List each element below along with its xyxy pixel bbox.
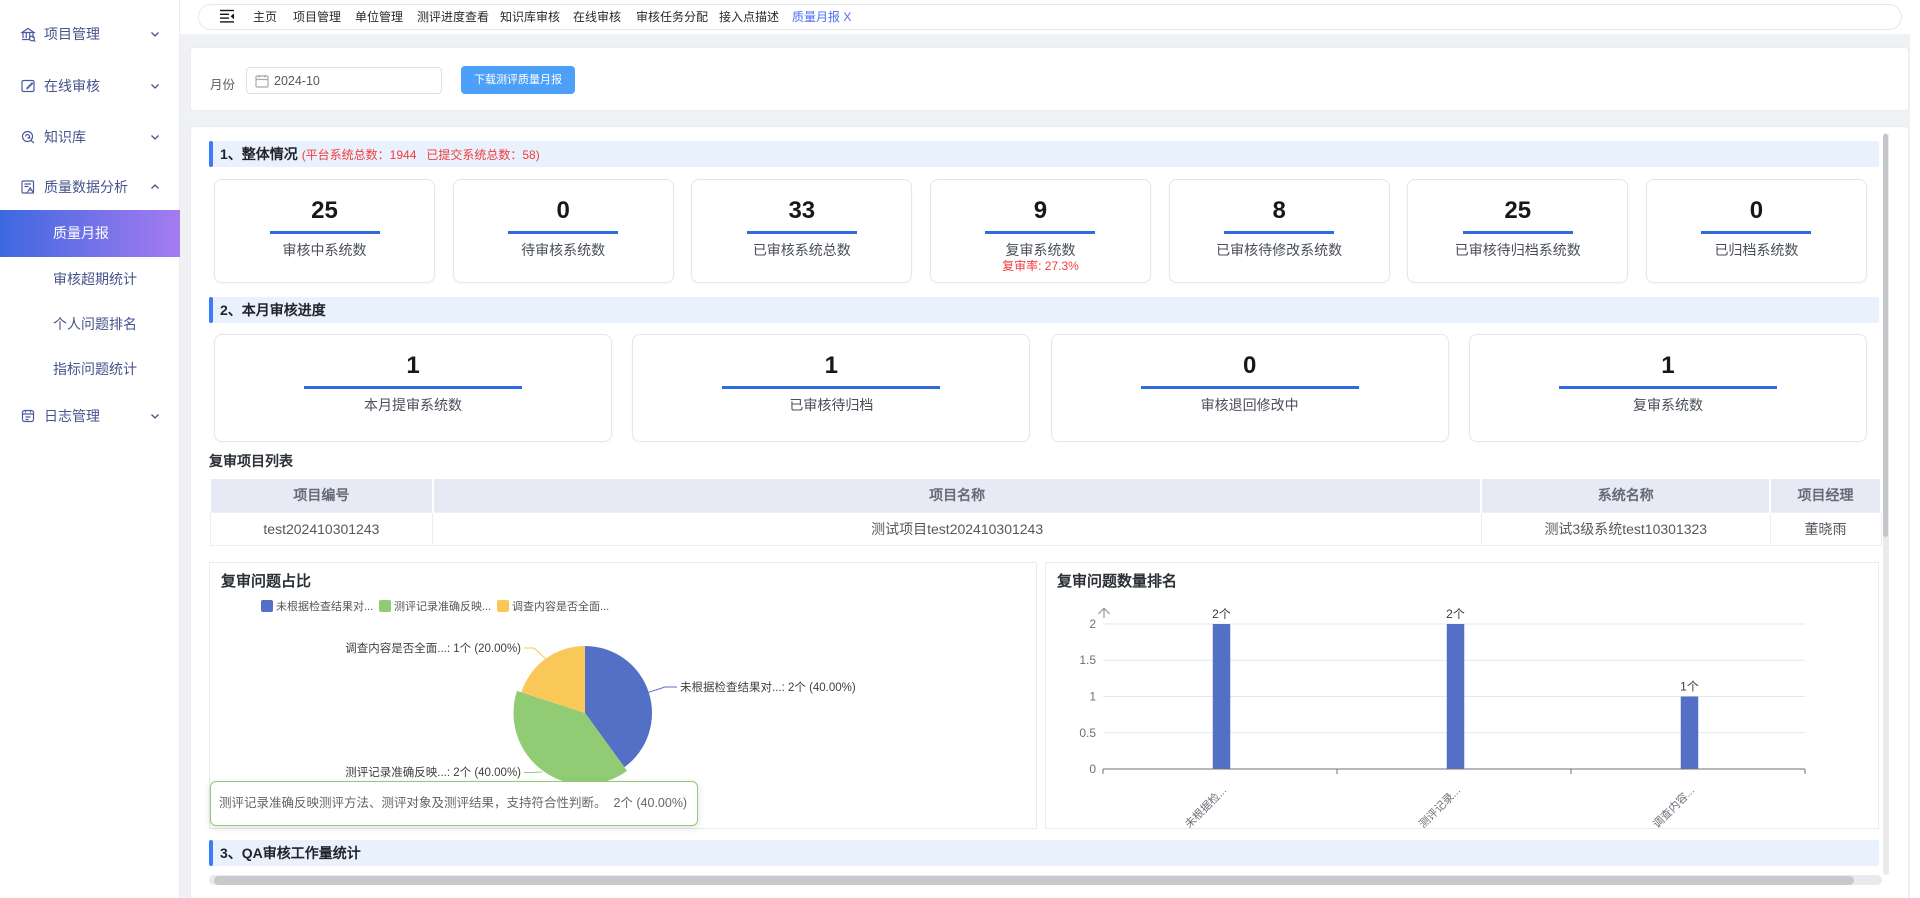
svg-text:未根据检查结果对...: 2个 (40.00%): 未根据检查结果对...: 2个 (40.00%) xyxy=(680,680,856,694)
svg-text:调查内容是否全面...: 1个 (20.00%): 调查内容是否全面...: 1个 (20.00%) xyxy=(345,641,521,655)
svg-text:1: 1 xyxy=(1089,690,1096,704)
svg-text:2: 2 xyxy=(1089,617,1096,631)
svg-text:1.5: 1.5 xyxy=(1079,653,1096,667)
svg-text:测评记录...: 测评记录... xyxy=(1416,784,1463,828)
svg-text:测评记录准确反映...: 2个 (40.00%): 测评记录准确反映...: 2个 (40.00%) xyxy=(345,766,521,779)
svg-text:2个: 2个 xyxy=(1446,607,1465,621)
svg-text:0: 0 xyxy=(1089,762,1096,776)
svg-text:测评记录准确反映...: 测评记录准确反映... xyxy=(394,600,491,613)
svg-text:0.5: 0.5 xyxy=(1079,726,1096,740)
svg-text:调查内容是否全面...: 调查内容是否全面... xyxy=(512,599,609,613)
svg-text:未根据检查结果对...: 未根据检查结果对... xyxy=(276,599,373,613)
svg-text:未根据检...: 未根据检... xyxy=(1182,783,1229,828)
svg-text:1个: 1个 xyxy=(1680,680,1699,694)
svg-text:2个: 2个 xyxy=(1212,607,1231,621)
svg-text:调查内容...: 调查内容... xyxy=(1650,783,1697,828)
